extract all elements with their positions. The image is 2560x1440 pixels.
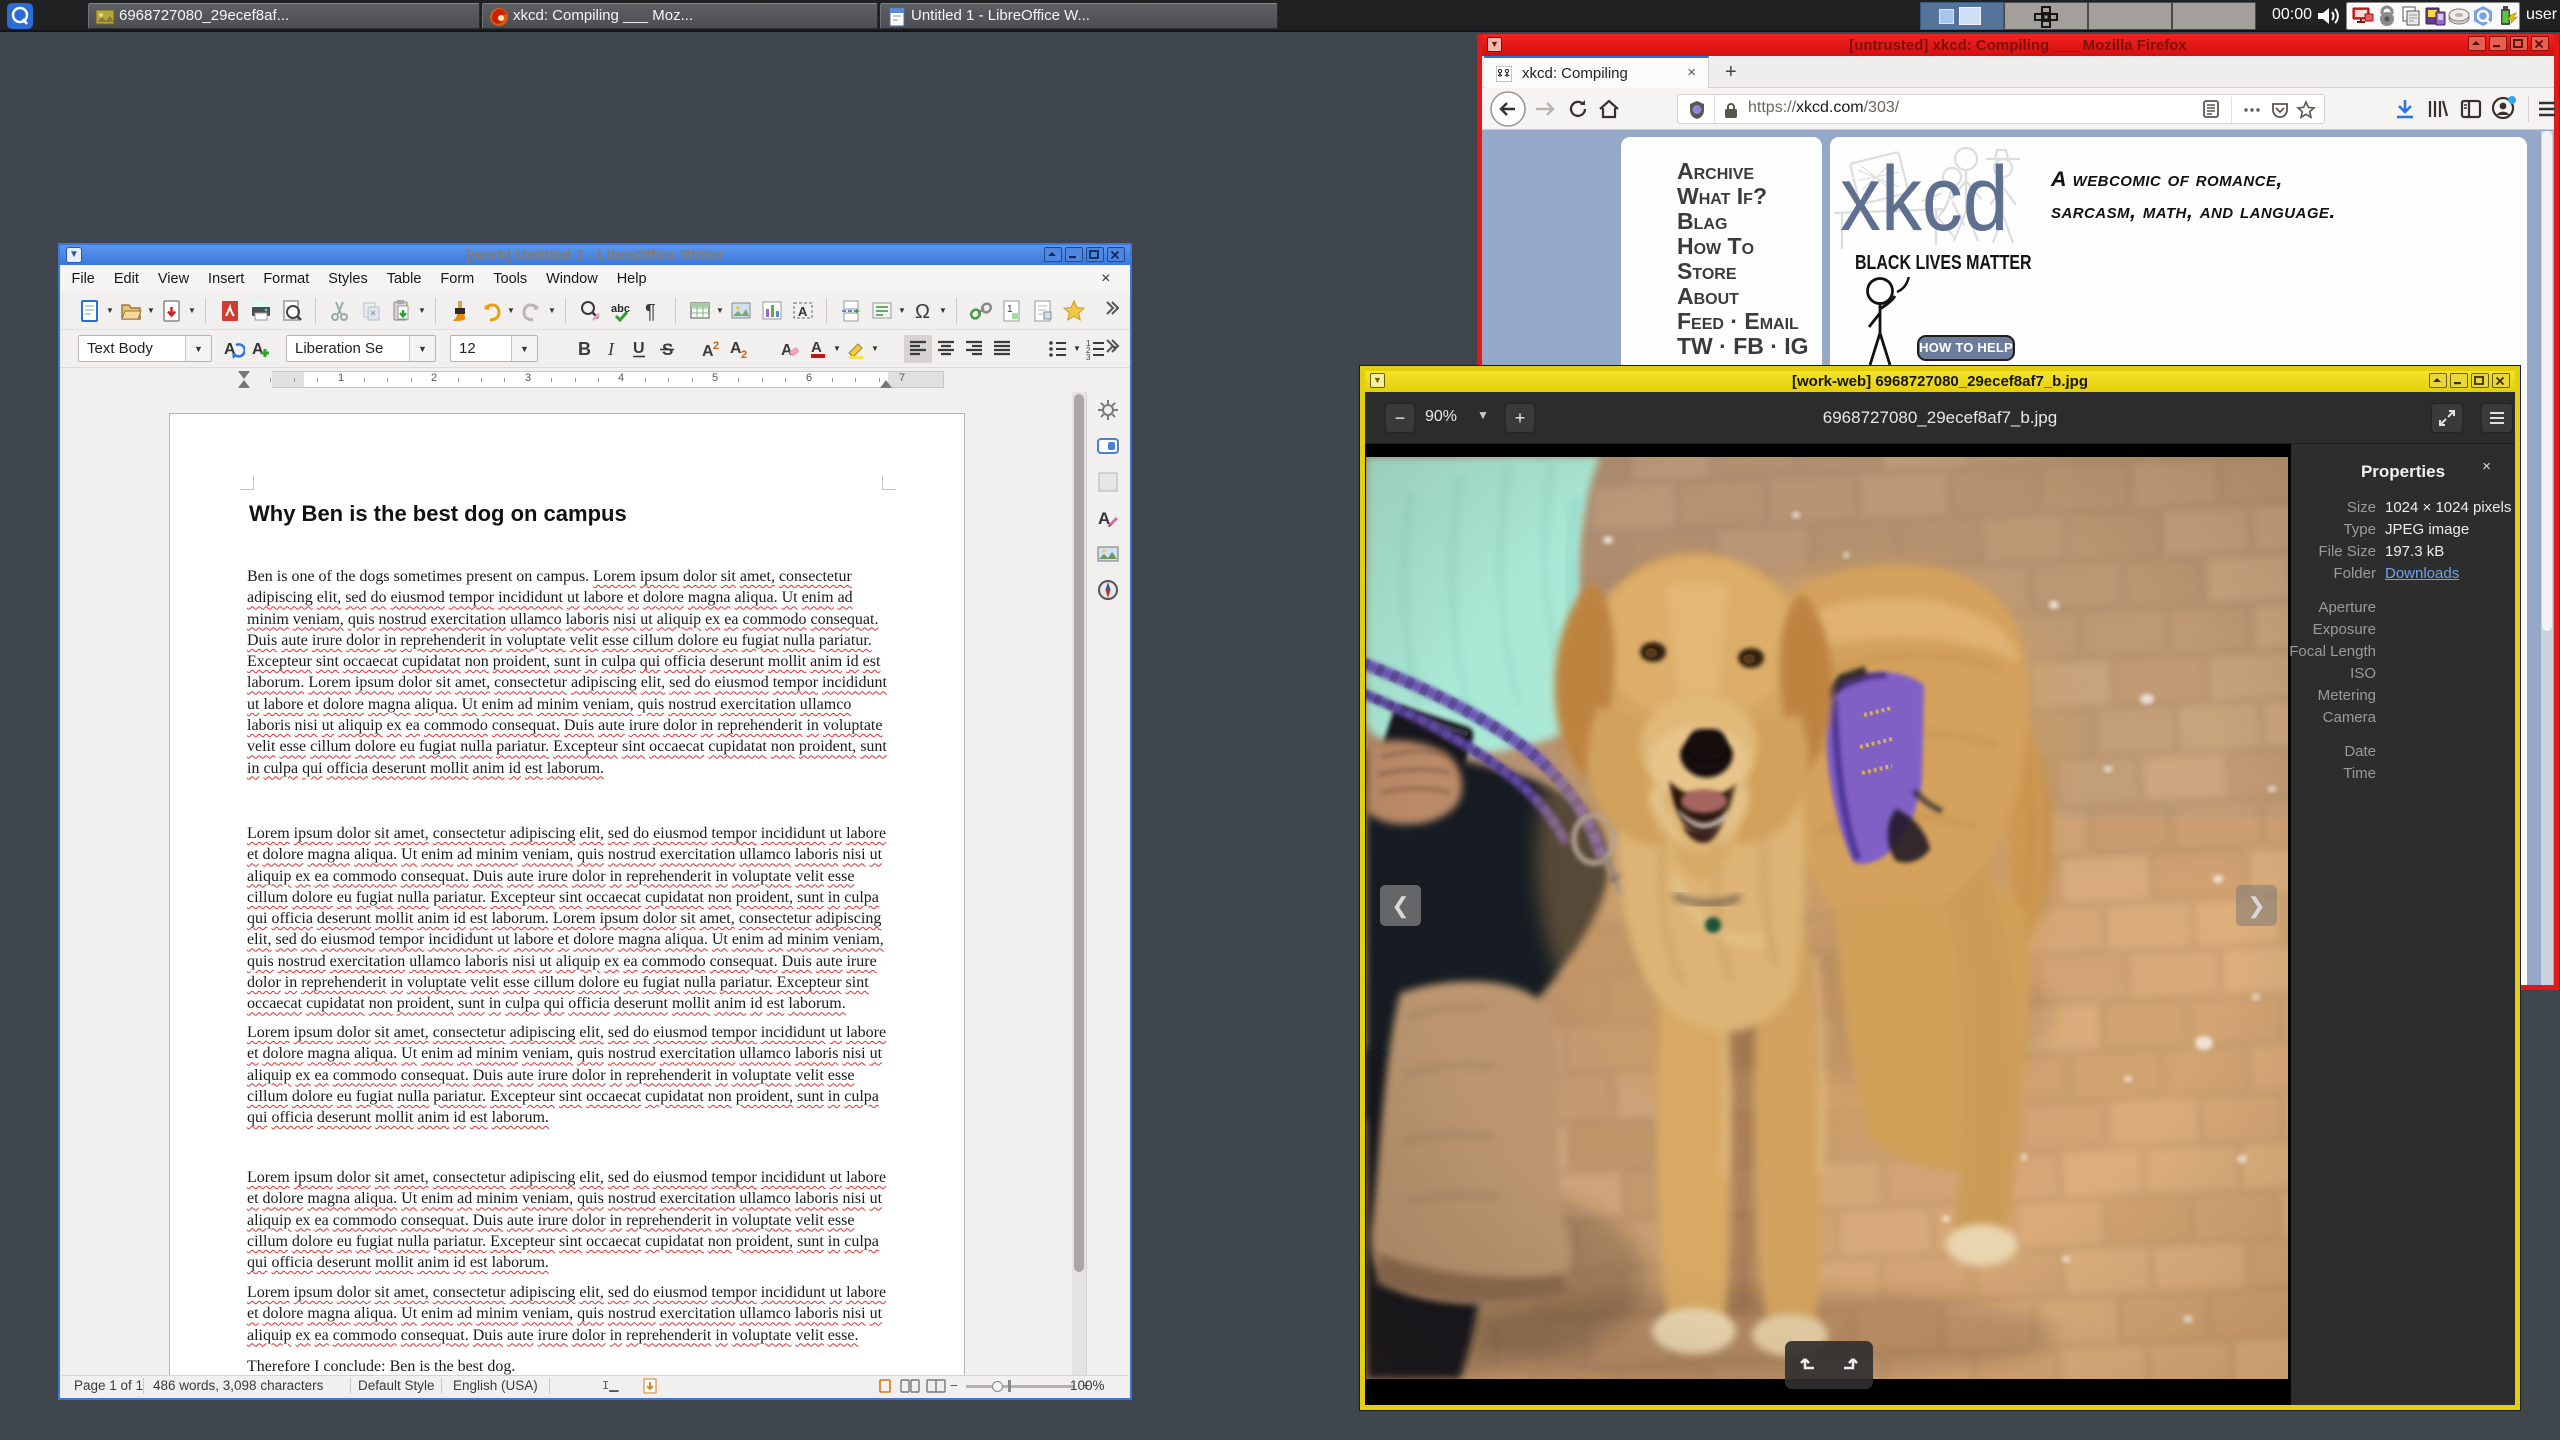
svg-text:Ω: Ω	[915, 301, 930, 323]
svg-text:3: 3	[1086, 353, 1091, 361]
svg-text:U: U	[633, 340, 645, 357]
svg-text:2: 2	[713, 340, 719, 352]
svg-text:¶: ¶	[645, 301, 656, 323]
svg-text:B: B	[578, 339, 591, 359]
svg-text:A: A	[798, 304, 808, 319]
svg-text:A: A	[252, 341, 264, 358]
svg-text:I: I	[607, 339, 615, 359]
svg-text:A: A	[1098, 509, 1110, 528]
svg-text:A: A	[811, 339, 822, 356]
svg-text:2: 2	[741, 349, 747, 361]
